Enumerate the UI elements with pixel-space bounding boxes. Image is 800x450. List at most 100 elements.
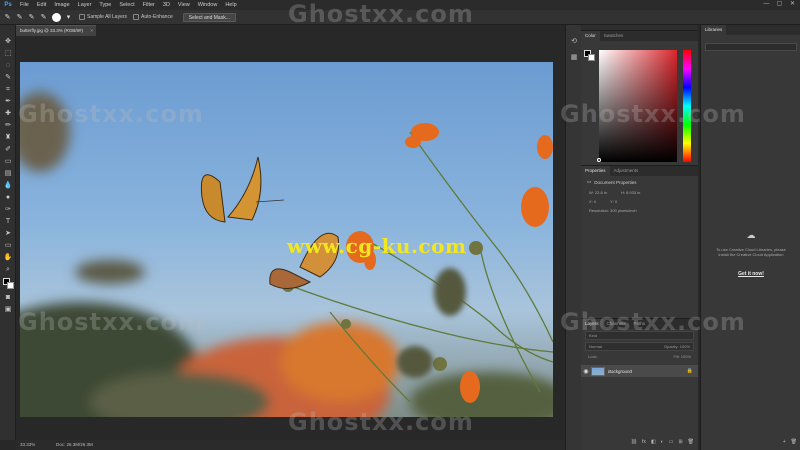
eyedropper-tool-icon[interactable]: ✒ [3, 97, 13, 106]
background-color-swatch[interactable] [7, 282, 14, 289]
menu-select[interactable]: Select [115, 0, 138, 10]
height-label: H: [620, 190, 625, 195]
menu-filter[interactable]: Filter [139, 0, 159, 10]
delete-layer-icon[interactable]: 🗑 [688, 439, 694, 448]
crop-tool-icon[interactable]: ⌗ [3, 85, 13, 94]
pen-tool-icon[interactable]: ✑ [3, 205, 13, 214]
quick-selection-tool-icon[interactable]: ✎ [3, 13, 12, 22]
layer-comps-icon[interactable]: ▦ [569, 53, 579, 63]
x-field[interactable]: X: 0 [589, 199, 596, 204]
fill-field[interactable]: Fill: 100% [673, 353, 691, 362]
healing-brush-icon[interactable]: ✚ [3, 109, 13, 118]
tab-libraries[interactable]: Libraries [701, 25, 727, 35]
layer-row-background[interactable]: ◉ Background 🔒 [581, 365, 698, 377]
add-mask-icon[interactable]: ◧ [651, 439, 656, 448]
menu-3d[interactable]: 3D [159, 0, 174, 10]
document-tab[interactable]: butterfly.jpg @ 33.3% (RGB/8#) × [16, 25, 96, 36]
close-button[interactable]: ✕ [789, 1, 796, 8]
subtract-from-selection-icon[interactable]: ✎ [39, 13, 48, 22]
library-delete-icon[interactable]: 🗑 [791, 439, 797, 448]
new-layer-icon[interactable]: ⊞ [678, 439, 682, 448]
brush-size-picker[interactable] [52, 12, 61, 22]
marquee-tool-icon[interactable]: ⬚ [3, 49, 13, 58]
tab-color[interactable]: Color [581, 31, 600, 41]
clone-stamp-icon[interactable]: ♜ [3, 133, 13, 142]
maximize-button[interactable]: ▢ [776, 1, 783, 8]
menu-layer[interactable]: Layer [74, 0, 96, 10]
history-brush-icon[interactable]: ✐ [3, 145, 13, 154]
blur-tool-icon[interactable]: 💧 [3, 181, 13, 190]
tab-swatches[interactable]: Swatches [600, 31, 628, 41]
butterfly-photo[interactable]: www.cg-ku.com [20, 62, 553, 417]
zoom-level[interactable]: 33.33% [20, 440, 35, 450]
lasso-tool-icon[interactable]: ◌ [3, 61, 13, 70]
rectangle-tool-icon[interactable]: ▭ [3, 241, 13, 250]
tab-paths[interactable]: Paths [630, 319, 650, 329]
path-selection-icon[interactable]: ➤ [3, 229, 13, 238]
add-content-icon[interactable]: + [783, 439, 786, 448]
tools-panel: ✥ ⬚ ◌ ✎ ⌗ ✒ ✚ ✏ ♜ ✐ ▭ ▤ 💧 ● ✑ T ➤ ▭ ✋ ⌕ … [0, 25, 16, 440]
x-value: 0 [593, 199, 597, 204]
menu-edit[interactable]: Edit [33, 0, 50, 10]
layers-panel: Layers Channels Paths Kind Normal Opacit… [581, 318, 698, 450]
gradient-tool-icon[interactable]: ▤ [3, 169, 13, 178]
hue-slider[interactable] [683, 50, 691, 162]
link-layers-icon[interactable]: ⛓ [631, 439, 637, 448]
auto-enhance-label: Auto-Enhance [141, 14, 173, 20]
minimize-button[interactable]: — [763, 1, 770, 8]
libraries-search-field[interactable] [705, 43, 797, 51]
menu-help[interactable]: Help [221, 0, 240, 10]
menu-view[interactable]: View [174, 0, 194, 10]
creative-cloud-icon: ☁ [746, 230, 756, 240]
close-document-icon[interactable]: × [90, 26, 93, 36]
sample-all-layers-checkbox[interactable] [79, 14, 85, 20]
color-picker-field[interactable] [599, 50, 677, 162]
new-group-icon[interactable]: ▭ [669, 439, 674, 448]
properties-title: Document Properties [594, 179, 637, 185]
blend-opacity-row: Normal Opacity: 100% [585, 342, 694, 351]
get-it-now-link[interactable]: Get it now! [721, 271, 781, 277]
history-panel-icon[interactable]: ⟲ [569, 37, 579, 47]
select-and-mask-button[interactable]: Select and Mask... [182, 12, 236, 22]
menu-type[interactable]: Type [95, 0, 115, 10]
color-background-swatch[interactable] [588, 54, 595, 61]
resolution-text: Resolution: 300 pixels/inch [589, 208, 637, 213]
quick-selection-tool-icon[interactable]: ✎ [3, 73, 13, 82]
opacity-field[interactable]: Opacity: 100% [664, 343, 690, 350]
layer-style-icon[interactable]: fx [642, 439, 646, 448]
menu-image[interactable]: Image [50, 0, 73, 10]
blend-mode-select[interactable]: Normal [589, 343, 602, 350]
layer-kind-filter[interactable]: Kind [585, 331, 694, 340]
new-selection-icon[interactable]: ✎ [15, 13, 24, 22]
tab-channels[interactable]: Channels [603, 319, 630, 329]
zoom-tool-icon[interactable]: ⌕ [3, 265, 13, 274]
y-label: Y: [610, 199, 614, 204]
width-value: 22.8 in [594, 190, 607, 195]
menu-file[interactable]: File [16, 0, 33, 10]
brush-dropdown-icon[interactable]: ▾ [64, 13, 73, 22]
width-field[interactable]: W: 22.8 in [589, 190, 607, 195]
hand-tool-icon[interactable]: ✋ [3, 253, 13, 262]
eye-icon[interactable]: ◉ [581, 368, 591, 375]
tab-layers[interactable]: Layers [581, 319, 603, 329]
tab-properties[interactable]: Properties [581, 166, 610, 176]
adjustment-layer-icon[interactable]: ◐ [661, 439, 664, 448]
add-to-selection-icon[interactable]: ✎ [27, 13, 36, 22]
color-picker-cursor[interactable] [597, 158, 601, 162]
document-tab-title: butterfly.jpg @ 33.3% (RGB/8#) [20, 28, 84, 33]
quick-mask-icon[interactable]: ◙ [3, 293, 13, 302]
menu-window[interactable]: Window [194, 0, 222, 10]
canvas-area[interactable]: www.cg-ku.com [16, 36, 565, 440]
height-field[interactable]: H: 8.933 in [621, 190, 640, 195]
y-field[interactable]: Y: 0 [610, 199, 617, 204]
height-value: 8.933 in [626, 190, 641, 195]
move-tool-icon[interactable]: ✥ [3, 37, 13, 46]
x-label: X: [589, 199, 593, 204]
brush-tool-icon[interactable]: ✏ [3, 121, 13, 130]
eraser-tool-icon[interactable]: ▭ [3, 157, 13, 166]
screen-mode-icon[interactable]: ▣ [3, 305, 13, 314]
tab-adjustments[interactable]: Adjustments [610, 166, 643, 176]
type-tool-icon[interactable]: T [3, 217, 13, 226]
dodge-tool-icon[interactable]: ● [3, 193, 13, 202]
auto-enhance-checkbox[interactable] [133, 14, 140, 20]
